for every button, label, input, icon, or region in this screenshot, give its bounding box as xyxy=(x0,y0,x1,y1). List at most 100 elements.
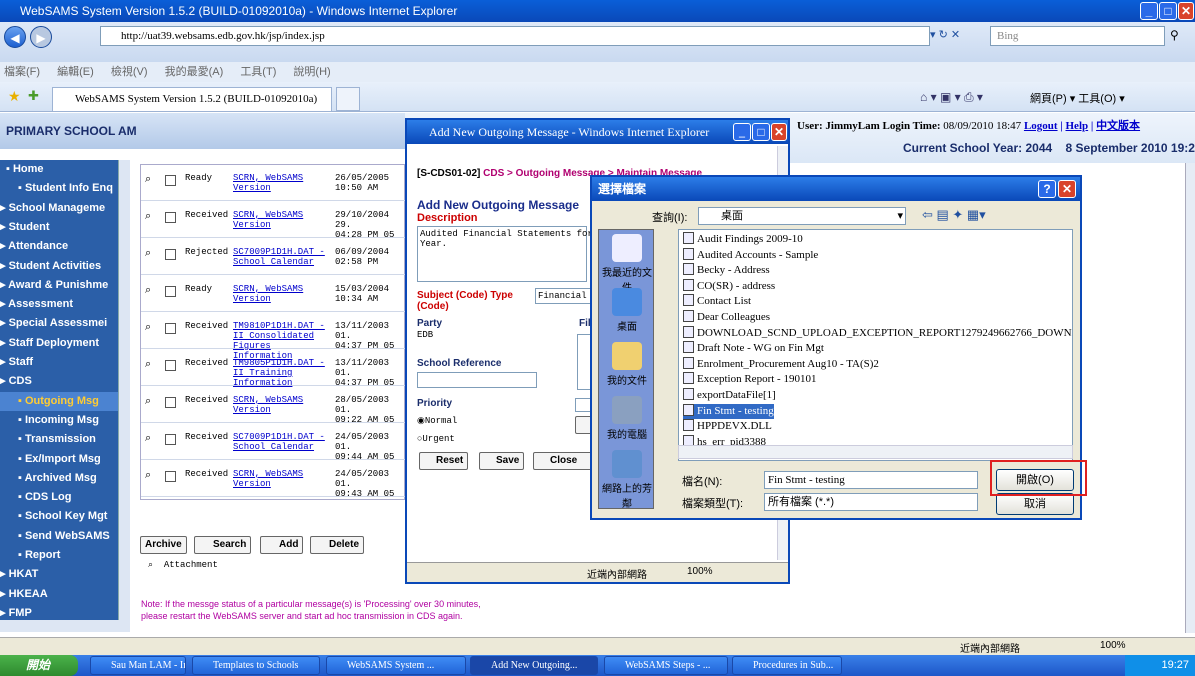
row-checkbox[interactable] xyxy=(165,360,176,371)
row-file-link[interactable]: TM9805P1D1H.DAT - II Training Informatio… xyxy=(233,358,333,388)
lookin-select[interactable]: 桌面 ▾ xyxy=(698,207,906,225)
sidebar-item[interactable]: ▪ Report xyxy=(0,546,118,565)
maximize-button[interactable]: □ xyxy=(1159,2,1177,20)
sidebar-item[interactable]: ▸ Assessment xyxy=(0,295,118,314)
place-item[interactable]: 我的電腦 xyxy=(599,392,655,441)
close-button[interactable]: ✕ xyxy=(1178,2,1194,20)
sidebar-item[interactable]: ▪ Send WebSAMS xyxy=(0,527,118,546)
sidebar-item[interactable]: ▪ Archived Msg xyxy=(0,469,118,488)
filename-input[interactable]: Fin Stmt - testing xyxy=(764,471,978,489)
task-item-4[interactable]: Add New Outgoing... xyxy=(470,656,598,675)
sidebar-item[interactable]: ▪ Student Info Enq xyxy=(0,179,118,198)
menu-help[interactable]: 說明(H) xyxy=(293,66,330,78)
file-item[interactable]: DOWNLOAD_SCND_UPLOAD_EXCEPTION_REPORT127… xyxy=(683,325,1072,341)
sidebar-item[interactable]: ▸ Special Assessmei xyxy=(0,314,118,333)
row-file-link[interactable]: SCRN, WebSAMS Version xyxy=(233,284,333,304)
popup-minimize-button[interactable]: _ xyxy=(733,123,751,141)
help-link[interactable]: Help xyxy=(1066,120,1089,132)
dialog-help-button[interactable]: ? xyxy=(1038,180,1056,198)
tab-websams[interactable]: WebSAMS System Version 1.5.2 (BUILD-0109… xyxy=(52,87,332,111)
delete-button[interactable]: Delete xyxy=(310,536,365,554)
task-item-6[interactable]: Procedures in Sub... xyxy=(732,656,842,675)
file-list-hscroll[interactable] xyxy=(678,445,1073,459)
new-tab-button[interactable] xyxy=(336,87,360,111)
menu-view[interactable]: 檢視(V) xyxy=(111,66,148,78)
dialog-close-button[interactable]: ✕ xyxy=(1058,180,1076,198)
sidebar-item[interactable]: ▪ Ex/Import Msg xyxy=(0,450,118,469)
logout-link[interactable]: Logout xyxy=(1024,120,1058,132)
zoom-level[interactable]: 100% xyxy=(1100,640,1126,651)
row-checkbox[interactable] xyxy=(165,175,176,186)
sidebar-hscroll[interactable] xyxy=(0,620,130,632)
priority-normal-radio[interactable]: ◉Normal xyxy=(417,416,457,426)
popup-zoom[interactable]: 100% xyxy=(687,566,713,577)
file-item[interactable]: Dear Colleagues xyxy=(683,310,770,325)
subject-select[interactable]: Financial xyxy=(535,288,595,304)
file-item[interactable]: Audit Findings 2009-10 xyxy=(683,232,803,247)
popup-maximize-button[interactable]: □ xyxy=(752,123,770,141)
page-scrollbar[interactable] xyxy=(1185,163,1195,633)
row-file-link[interactable]: SCRN, WebSAMS Version xyxy=(233,173,333,193)
sidebar-item[interactable]: ▪ CDS Log xyxy=(0,488,118,507)
cancel-button[interactable]: 取消 xyxy=(996,493,1074,515)
sidebar-item[interactable]: ▪ Transmission xyxy=(0,430,118,449)
search-icon[interactable]: ⚲ xyxy=(1170,28,1179,42)
row-file-link[interactable]: SCRN, WebSAMS Version xyxy=(233,210,333,230)
start-button[interactable]: 開始 xyxy=(0,655,78,676)
file-item[interactable]: CO(SR) - address xyxy=(683,278,775,294)
row-checkbox[interactable] xyxy=(165,471,176,482)
sidebar-item[interactable]: ▪ Outgoing Msg xyxy=(0,391,118,411)
search-button[interactable]: Search xyxy=(194,536,252,554)
file-item[interactable]: Enrolment_Procurement Aug10 - TA(S)2 xyxy=(683,356,879,372)
file-item[interactable]: exportDataFile[1] xyxy=(683,388,776,403)
sidebar-item[interactable]: ▸ HKEAA xyxy=(0,585,118,604)
sidebar-item[interactable]: ▪ School Key Mgt xyxy=(0,507,118,526)
sidebar-item[interactable]: ▸ CDS xyxy=(0,372,118,391)
sidebar-item[interactable]: ▸ Student Activities xyxy=(0,257,118,276)
row-file-link[interactable]: SC7009P1D1H.DAT - School Calendar xyxy=(233,432,333,452)
task-item-3[interactable]: WebSAMS System ... xyxy=(326,656,466,675)
popup-close-button[interactable]: ✕ xyxy=(771,123,787,141)
place-item[interactable]: 桌面 xyxy=(599,284,655,333)
forward-icon[interactable]: ▶ xyxy=(30,26,52,48)
file-item[interactable]: Draft Note - WG on Fin Mgt xyxy=(683,341,824,356)
sidebar-item[interactable]: ▸ Staff Deployment xyxy=(0,334,118,353)
minimize-button[interactable]: _ xyxy=(1140,2,1158,20)
task-item-2[interactable]: Templates to Schools xyxy=(192,656,320,675)
file-item[interactable]: Contact List xyxy=(683,294,751,309)
toolbar-right[interactable]: 網頁(P) ▾ 工具(O) ▾ xyxy=(1030,90,1125,106)
search-input[interactable]: Bing xyxy=(990,26,1165,46)
row-checkbox[interactable] xyxy=(165,397,176,408)
url-input[interactable]: http://uat39.websams.edb.gov.hk/jsp/inde… xyxy=(100,26,930,46)
row-checkbox[interactable] xyxy=(165,434,176,445)
priority-urgent-radio[interactable]: ○Urgent xyxy=(417,434,455,444)
sidebar-item[interactable]: ▸ Staff xyxy=(0,353,118,372)
close-form-button[interactable]: Close xyxy=(533,452,597,470)
dialog-toolbar-icons[interactable]: ⇦ ▤ ✦ ▦▾ xyxy=(922,207,986,223)
save-button[interactable]: Save xyxy=(479,452,525,470)
menu-edit[interactable]: 編輯(E) xyxy=(57,66,94,78)
task-item-5[interactable]: WebSAMS Steps - ... xyxy=(604,656,728,675)
sidebar-item[interactable]: ▸ School Manageme xyxy=(0,199,118,218)
row-file-link[interactable]: SCRN, WebSAMS Version xyxy=(233,469,333,489)
file-item[interactable]: Exception Report - 190101 xyxy=(683,372,816,387)
archive-button[interactable]: Archive xyxy=(140,536,187,554)
school-ref-input[interactable] xyxy=(417,372,537,388)
refresh-stop-icon[interactable]: ▾ ↻ ✕ xyxy=(930,28,985,44)
file-item[interactable]: Audited Accounts - Sample xyxy=(683,247,818,263)
filetype-select[interactable]: 所有檔案 (*.*) xyxy=(764,493,978,511)
sidebar-item[interactable]: ▪ Home xyxy=(0,160,118,179)
place-item[interactable]: 我的文件 xyxy=(599,338,655,387)
row-checkbox[interactable] xyxy=(165,249,176,260)
menu-file[interactable]: 檔案(F) xyxy=(4,66,40,78)
file-item[interactable]: HPPDEVX.DLL xyxy=(683,419,772,434)
file-item[interactable]: Becky - Address xyxy=(683,263,770,278)
row-file-link[interactable]: SC7009P1D1H.DAT - School Calendar xyxy=(233,247,333,267)
sidebar-scrollbar[interactable] xyxy=(118,160,130,620)
add-button[interactable]: Add xyxy=(260,536,304,554)
row-checkbox[interactable] xyxy=(165,323,176,334)
sidebar-item[interactable]: ▸ Attendance xyxy=(0,237,118,256)
description-input[interactable]: Audited Financial Statements for Year. xyxy=(417,226,593,282)
sidebar-item[interactable]: ▪ Incoming Msg xyxy=(0,411,118,430)
favorites-star-icon[interactable]: ★ xyxy=(8,88,21,105)
